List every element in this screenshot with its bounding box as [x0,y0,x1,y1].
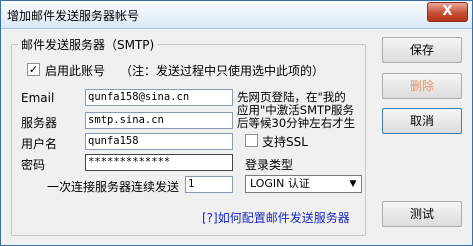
window-title: 增加邮件发送服务器帐号 [7,9,140,23]
password-label: 密码 [21,158,46,172]
login-type-label: 登录类型 [245,158,294,172]
consecutive-send-field[interactable]: 1 [185,176,233,193]
test-button[interactable]: 测试 [382,201,462,227]
username-label: 用户名 [21,137,58,151]
login-type-value: LOGIN 认证 [250,177,310,190]
password-field[interactable]: ************* [85,154,233,171]
save-button[interactable]: 保存 [382,37,462,63]
username-field[interactable]: qunfa158 [85,133,233,150]
chevron-down-icon[interactable]: ▼ [345,176,361,192]
email-field[interactable]: qunfa158@sina.cn [85,89,233,106]
ssl-label: 支持SSL [262,135,308,149]
dialog-window: 增加邮件发送服务器帐号 X 邮件发送服务器（SMTP) ✓ 启用此账号 （注：发… [0,0,473,246]
smtp-group-legend: 邮件发送服务器（SMTP) [18,36,158,53]
delete-button[interactable]: 删除 [382,73,462,99]
enable-account-note: （注：发送过程中只使用选中此项的） [120,64,325,78]
login-type-select[interactable]: LOGIN 认证 ▼ [245,175,362,193]
server-field[interactable]: smtp.sina.cn [85,112,233,129]
enable-account-label: 启用此账号 [45,64,106,78]
smtp-hint-line3: 后等候30分钟左右才生 [237,116,356,130]
server-label: 服务器 [21,116,58,130]
close-button[interactable]: X [427,2,468,22]
smtp-help-link[interactable]: [?]如何配置邮件发送服务器 [202,209,350,226]
email-label: Email [21,91,55,105]
consecutive-send-label: 一次连接服务器连续发送 [47,180,180,194]
ssl-checkbox[interactable] [245,134,258,147]
cancel-button[interactable]: 取消 [382,108,462,134]
enable-account-checkbox[interactable]: ✓ [27,63,40,76]
title-bar[interactable]: 增加邮件发送服务器帐号 X [1,1,472,29]
